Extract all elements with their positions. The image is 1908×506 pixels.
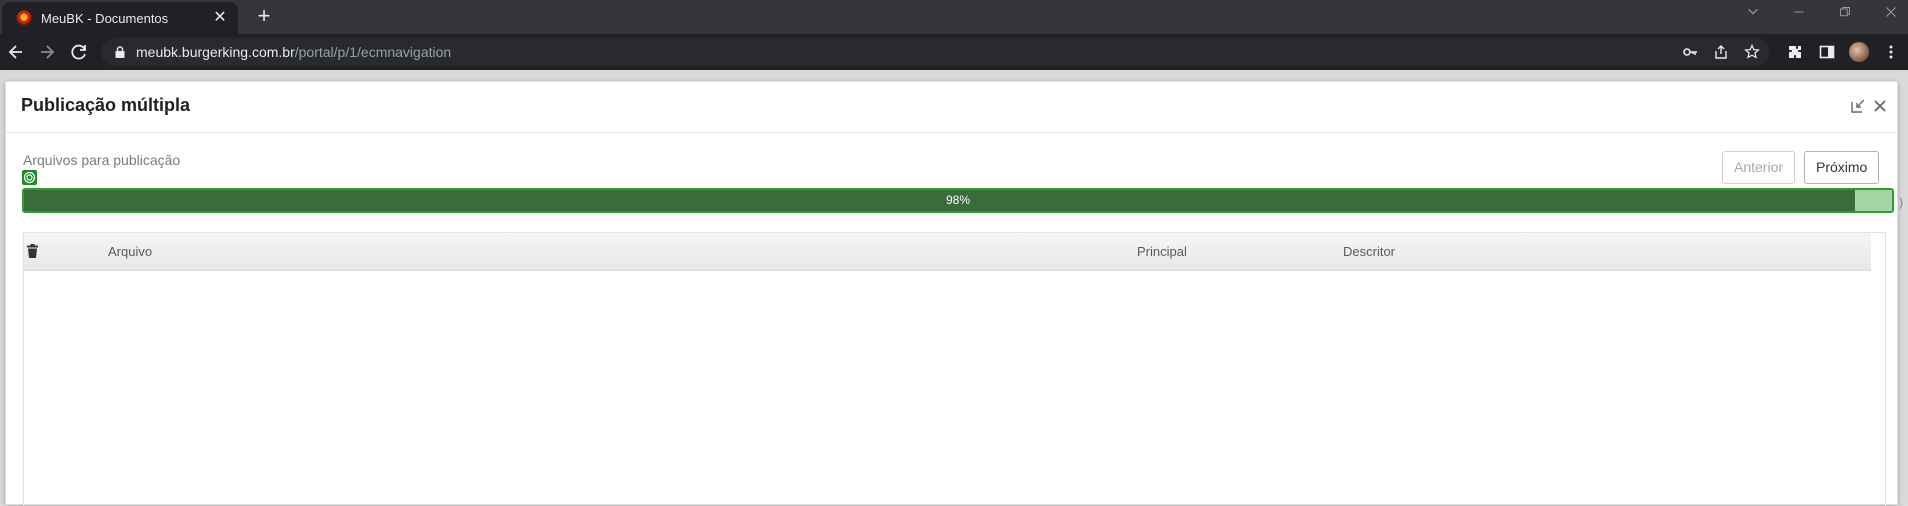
browser-tab[interactable]: MeuBK - Documentos ✕ — [2, 2, 238, 34]
share-icon[interactable] — [1713, 44, 1729, 60]
target-icon — [22, 170, 37, 185]
files-section-label: Arquivos para publicação — [23, 152, 181, 168]
minimize-icon[interactable] — [1789, 4, 1809, 24]
table-header: Arquivo Principal Descritor — [24, 233, 1871, 271]
next-button[interactable]: Próximo — [1804, 151, 1880, 184]
tab-close-icon[interactable]: ✕ — [212, 10, 228, 26]
files-table: Arquivo Principal Descritor — [23, 232, 1886, 506]
browser-titlebar: MeuBK - Documentos ✕ + — [0, 0, 1908, 34]
new-tab-button[interactable]: + — [253, 5, 275, 28]
modal-header-divider — [6, 132, 1897, 133]
lock-icon[interactable] — [113, 45, 127, 59]
column-header-file: Arquivo — [108, 244, 153, 259]
burger-king-favicon-icon — [16, 10, 32, 26]
modal-title: Publicação múltipla — [21, 95, 191, 115]
minimize-modal-icon[interactable] — [1850, 98, 1866, 114]
multiple-publication-modal: Publicação múltipla Arquivos para public… — [5, 81, 1898, 506]
trash-icon[interactable] — [27, 244, 38, 258]
more-menu-icon[interactable] — [1883, 44, 1899, 60]
url-path: /portal/p/1/ecmnavigation — [294, 44, 452, 60]
reload-icon[interactable] — [68, 41, 90, 63]
close-window-icon[interactable] — [1881, 4, 1901, 24]
tab-title: MeuBK - Documentos — [41, 10, 169, 26]
side-panel-icon[interactable] — [1819, 44, 1835, 60]
tab-search-icon[interactable] — [1743, 4, 1763, 24]
back-arrow-icon[interactable] — [5, 41, 27, 63]
column-header-descriptor: Descritor — [1343, 244, 1396, 259]
upload-progress-bar: 98% — [22, 188, 1894, 213]
url-host: meubk.burgerking.com.br — [136, 44, 295, 60]
close-modal-icon[interactable] — [1872, 98, 1888, 114]
forward-arrow-icon[interactable] — [36, 41, 58, 63]
column-header-main: Principal — [1137, 244, 1187, 259]
restore-icon[interactable] — [1835, 4, 1855, 24]
previous-button[interactable]: Anterior — [1722, 151, 1796, 184]
side-scroll-arrow-icon[interactable]: ⟩ — [1899, 196, 1904, 210]
bookmark-star-icon[interactable] — [1744, 44, 1760, 60]
browser-toolbar: meubk.burgerking.com.br/portal/p/1/ecmna… — [0, 34, 1908, 70]
profile-avatar[interactable] — [1849, 42, 1869, 62]
progress-percent-text: 98% — [945, 193, 971, 207]
address-bar[interactable]: meubk.burgerking.com.br/portal/p/1/ecmna… — [101, 38, 1769, 66]
extensions-puzzle-icon[interactable] — [1787, 44, 1803, 60]
key-icon[interactable] — [1682, 44, 1698, 60]
